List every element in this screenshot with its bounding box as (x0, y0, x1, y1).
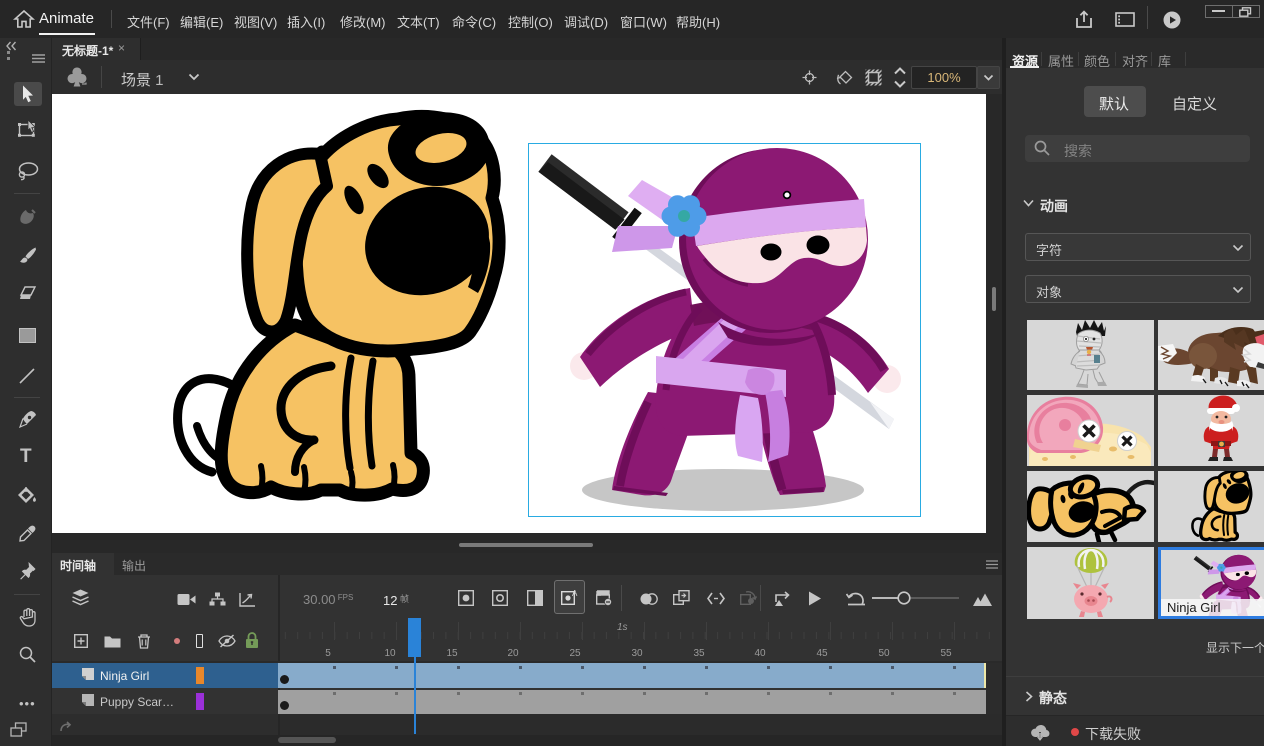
svg-text:45: 45 (816, 648, 828, 659)
svg-text:A: A (572, 589, 578, 598)
svg-text:40: 40 (754, 648, 766, 659)
svg-text:50: 50 (878, 648, 890, 659)
svg-text:10: 10 (384, 648, 396, 659)
svg-text:25: 25 (569, 648, 581, 659)
svg-text:30: 30 (631, 648, 643, 659)
svg-text:5: 5 (325, 648, 331, 659)
svg-text:20: 20 (507, 648, 519, 659)
svg-text:35: 35 (693, 648, 705, 659)
svg-text:55: 55 (940, 648, 952, 659)
svg-text:15: 15 (446, 648, 458, 659)
